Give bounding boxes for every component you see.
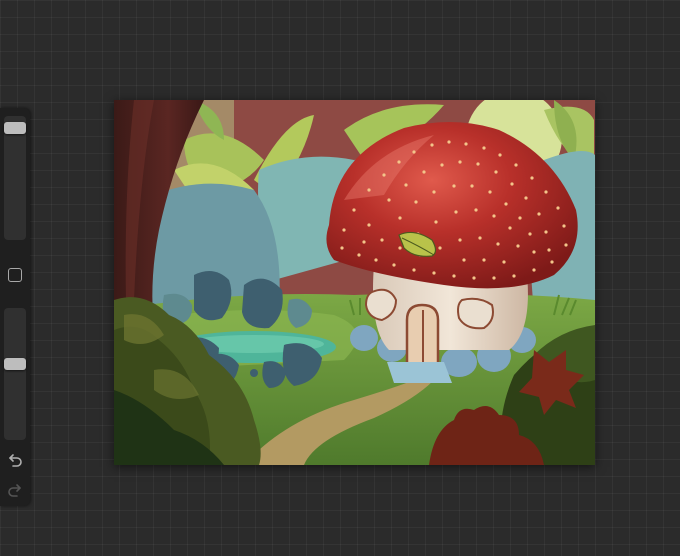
undo-icon[interactable]: [5, 452, 25, 468]
redo-icon[interactable]: [5, 482, 25, 498]
left-sidebar: [0, 108, 30, 506]
procreate-workspace: [0, 0, 680, 556]
brush-size-slider-thumb[interactable]: [4, 122, 26, 134]
mushroom-house-illustration: [114, 100, 595, 465]
opacity-slider-thumb[interactable]: [4, 358, 26, 370]
opacity-slider[interactable]: [4, 308, 26, 440]
drawing-canvas[interactable]: [114, 100, 595, 465]
brush-size-slider[interactable]: [4, 116, 26, 240]
square-modify-icon[interactable]: [8, 268, 22, 282]
